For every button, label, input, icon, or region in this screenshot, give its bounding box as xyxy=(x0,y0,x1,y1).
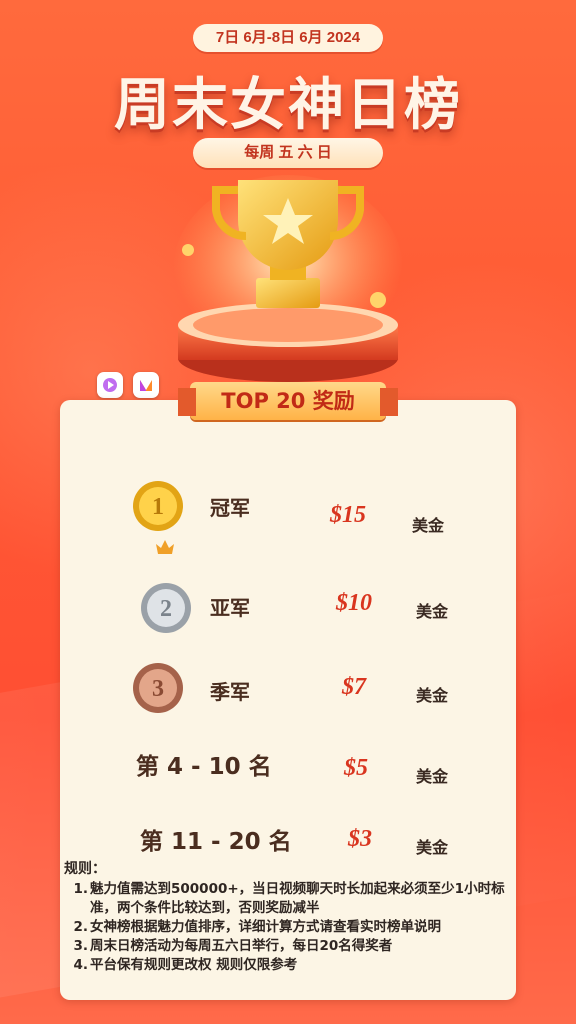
rules-section: 规则： 1. 魅力值需达到500000+，当日视频聊天时长加起来必须至少1小时标… xyxy=(64,858,514,975)
reward-row-second: 2 亚军 $10 美金 xyxy=(60,580,516,650)
poster: 7日 6月-8日 6月 2024 周末女神日榜 每周 五 六 日 TOP 20 … xyxy=(0,0,576,1024)
reward-amount: $10 xyxy=(336,590,372,616)
rule-number: 4. xyxy=(73,957,88,973)
reward-amount: $7 xyxy=(342,674,366,700)
rank-label: 第 11 - 20 名 xyxy=(140,829,292,855)
gold-medal-icon: 1 xyxy=(133,481,183,531)
rule-text: 魅力值需达到500000+，当日视频聊天时长加起来必须至少1小时标准，两个条件比… xyxy=(90,881,505,916)
top20-reward-banner: TOP 20 奖励 xyxy=(178,382,398,420)
rules-title: 规则： xyxy=(64,861,106,877)
currency-label: 美金 xyxy=(416,602,449,621)
date-range-badge: 7日 6月-8日 6月 2024 xyxy=(193,24,383,52)
reward-row-champion: 1 冠军 $15 美金 xyxy=(60,478,516,554)
rule-item: 2. 女神榜根据魅力值排序，详细计算方式请查看实时榜单说明 xyxy=(64,918,514,937)
rank-label: 亚军 xyxy=(210,596,250,620)
rule-text: 女神榜根据魅力值排序，详细计算方式请查看实时榜单说明 xyxy=(90,919,441,935)
reward-amount: $3 xyxy=(348,826,372,852)
rule-number: 3. xyxy=(73,938,88,954)
rule-text: 平台保有规则更改权 规则仅限参考 xyxy=(90,957,298,973)
rule-item: 3. 周末日榜活动为每周五六日举行，每日20名得奖者 xyxy=(64,937,514,956)
app-logo-icon xyxy=(97,372,123,398)
rewards-card: 1 冠军 $15 美金 2 亚军 $10 美金 3 季军 $7 美金 第 4 -… xyxy=(60,400,516,1000)
rank-label: 第 4 - 10 名 xyxy=(136,754,272,780)
rank-label: 冠军 xyxy=(210,496,250,520)
medal-number: 1 xyxy=(152,494,164,520)
reward-row-third: 3 季军 $7 美金 xyxy=(60,660,516,730)
rule-item: 1. 魅力值需达到500000+，当日视频聊天时长加起来必须至少1小时标准，两个… xyxy=(64,880,514,918)
reward-row-4-10: 第 4 - 10 名 $5 美金 xyxy=(60,745,516,815)
brand-logo-icon xyxy=(133,372,159,398)
rank-label: 季军 xyxy=(210,680,250,704)
currency-label: 美金 xyxy=(412,516,445,535)
medal-number: 2 xyxy=(160,596,172,622)
medal-number: 3 xyxy=(152,676,164,702)
rule-item: 4. 平台保有规则更改权 规则仅限参考 xyxy=(64,956,514,975)
trophy-icon xyxy=(173,175,403,382)
reward-amount: $15 xyxy=(330,502,366,528)
rule-number: 2. xyxy=(73,919,88,935)
page-title: 周末女神日榜 xyxy=(114,73,462,138)
crown-icon xyxy=(156,540,174,554)
reward-amount: $5 xyxy=(344,755,368,781)
currency-label: 美金 xyxy=(416,767,449,786)
rule-text: 周末日榜活动为每周五六日举行，每日20名得奖者 xyxy=(90,938,393,954)
rule-number: 1. xyxy=(73,881,88,897)
bronze-medal-icon: 3 xyxy=(133,663,183,713)
silver-medal-icon: 2 xyxy=(141,583,191,633)
currency-label: 美金 xyxy=(416,838,449,857)
currency-label: 美金 xyxy=(416,686,449,705)
